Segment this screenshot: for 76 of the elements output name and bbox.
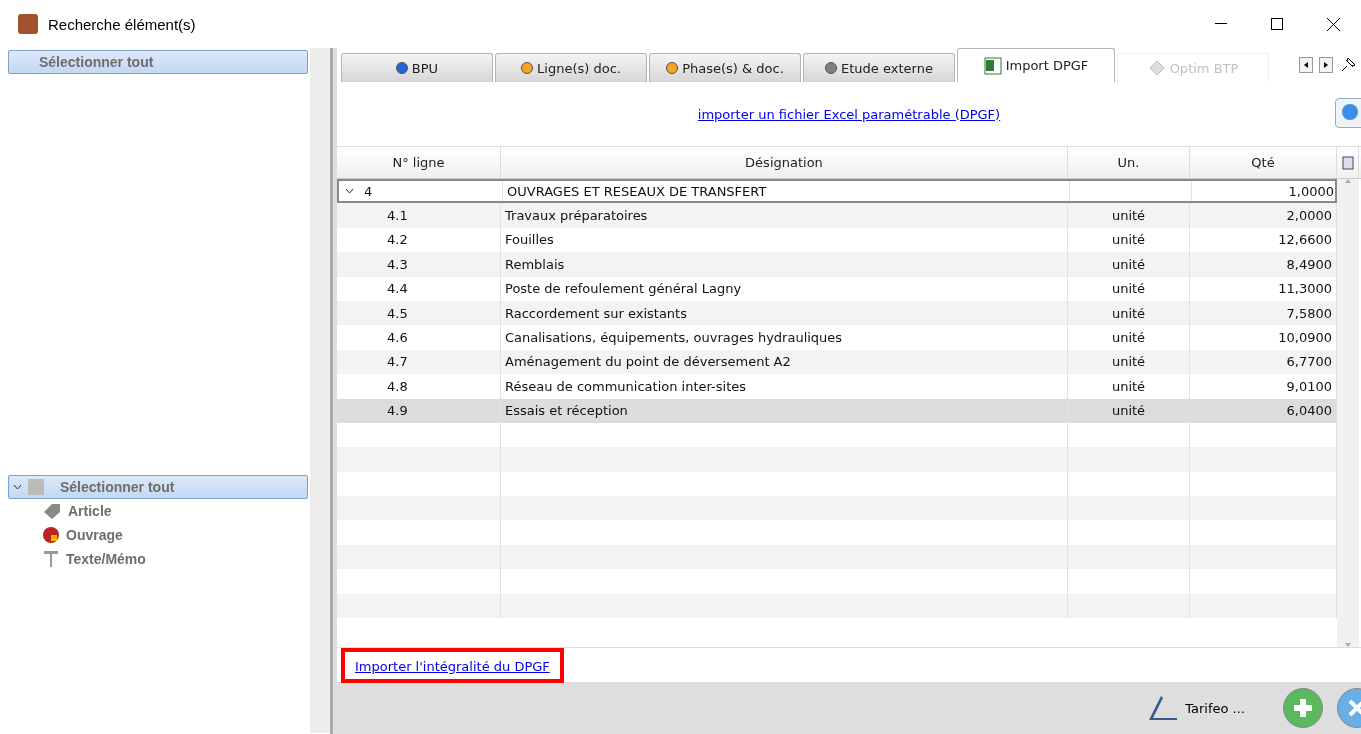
column-header[interactable]: Désignation bbox=[501, 147, 1068, 178]
tarifeo-button[interactable]: Tarifeo ... bbox=[1147, 694, 1245, 722]
scroll-right-button[interactable] bbox=[1319, 57, 1333, 73]
table-cell: unité bbox=[1068, 203, 1190, 228]
tab[interactable]: Import DPGF bbox=[957, 48, 1115, 82]
line-number: 4.7 bbox=[387, 354, 408, 370]
letter-t-icon bbox=[42, 549, 60, 569]
ball-icon bbox=[42, 526, 60, 544]
cross-icon bbox=[1348, 699, 1361, 717]
scroll-left-button[interactable] bbox=[1299, 57, 1313, 73]
line-number: 4.6 bbox=[387, 330, 408, 346]
tree-item[interactable]: Article bbox=[68, 503, 112, 519]
list-item[interactable]: Sélectionner tout bbox=[8, 50, 308, 74]
refresh-button[interactable] bbox=[1335, 98, 1361, 128]
plus-icon bbox=[1292, 697, 1314, 719]
diamond-icon bbox=[1147, 60, 1166, 76]
collapse-icon[interactable] bbox=[345, 188, 354, 195]
line-number: 4.5 bbox=[387, 305, 408, 321]
scrollbar[interactable] bbox=[310, 473, 330, 733]
tab[interactable]: Ligne(s) doc. bbox=[495, 53, 647, 82]
collapse-icon[interactable] bbox=[13, 484, 22, 490]
tag-icon bbox=[42, 502, 62, 520]
tree-item[interactable]: Sélectionner tout bbox=[8, 475, 308, 499]
table-cell: Poste de refoulement général Lagny bbox=[501, 276, 1068, 301]
table-cell: Remblais bbox=[501, 252, 1068, 277]
column-chooser-icon[interactable] bbox=[1341, 155, 1354, 170]
tab[interactable]: BPU bbox=[341, 53, 493, 82]
table-row[interactable]: 4.7 Aménagement du point de déversement A2 unité 6,7700 bbox=[337, 349, 1337, 375]
table-row[interactable]: 4.9 Essais et réception unité 6,0400 bbox=[337, 398, 1337, 423]
close-icon bbox=[1326, 17, 1340, 31]
column-header[interactable]: Un. bbox=[1068, 147, 1190, 178]
up-arrow-icon[interactable] bbox=[1345, 179, 1351, 183]
line-number: 4.9 bbox=[387, 403, 408, 419]
down-arrow-icon[interactable] bbox=[1345, 643, 1351, 647]
circle-icon bbox=[1340, 101, 1360, 122]
tab[interactable]: Phase(s) & doc. bbox=[649, 53, 801, 82]
line-number: 4.8 bbox=[387, 378, 408, 394]
table-cell: unité bbox=[1068, 374, 1190, 399]
scrollbar[interactable] bbox=[310, 48, 330, 473]
table-row[interactable]: 4.5 Raccordement sur existants unité 7,5800 bbox=[337, 300, 1337, 326]
table-row[interactable]: 4.1 Travaux préparatoires unité 2,0000 bbox=[337, 203, 1337, 228]
table-cell: Réseau de communication inter-sites bbox=[501, 374, 1068, 399]
table-cell: unité bbox=[1068, 252, 1190, 277]
minimize-icon bbox=[1215, 23, 1227, 25]
tree-item[interactable]: Texte/Mémo bbox=[66, 551, 146, 567]
folder-icon bbox=[28, 479, 44, 495]
tree-label: Sélectionner tout bbox=[60, 479, 175, 495]
line-number: 4.3 bbox=[387, 256, 408, 272]
import-excel-link[interactable]: importer un fichier Excel paramétrable (DPGF) bbox=[697, 106, 1001, 122]
table-cell: unité bbox=[1068, 398, 1190, 423]
tab[interactable]: Etude externe bbox=[803, 53, 955, 82]
table-cell: Essais et réception bbox=[501, 398, 1068, 423]
spreadsheet-icon bbox=[983, 56, 1002, 75]
line-number: 4 bbox=[364, 183, 373, 199]
left-arrow-icon bbox=[1304, 62, 1308, 68]
table-row[interactable]: 4.3 Remblais unité 8,4900 bbox=[337, 252, 1337, 277]
table-cell: Canalisations, équipements, ouvrages hydrauliques bbox=[501, 325, 1068, 350]
table-cell: unité bbox=[1068, 276, 1190, 301]
table-row[interactable]: 4 OUVRAGES ET RESEAUX DE TRANSFERT 1,0000 bbox=[337, 179, 1337, 204]
line-number: 4.2 bbox=[387, 232, 408, 248]
table-cell: OUVRAGES ET RESEAUX DE TRANSFERT bbox=[503, 181, 1070, 202]
table-cell: unité bbox=[1068, 325, 1190, 350]
import-all-link[interactable]: Importer l'intégralité du DPGF bbox=[355, 658, 550, 674]
column-header[interactable]: Qté bbox=[1190, 147, 1337, 178]
scrollbar[interactable] bbox=[1337, 179, 1359, 647]
right-arrow-icon bbox=[1324, 62, 1328, 68]
column-header[interactable]: N° ligne bbox=[337, 147, 501, 178]
line-number: 4.1 bbox=[387, 208, 408, 224]
line-number: 4.4 bbox=[387, 281, 408, 297]
app-icon bbox=[18, 14, 38, 34]
window-title: Recherche élément(s) bbox=[48, 15, 197, 33]
table-cell: Travaux préparatoires bbox=[501, 203, 1068, 228]
pin-icon[interactable] bbox=[1339, 56, 1357, 74]
tree-item[interactable]: Ouvrage bbox=[66, 527, 123, 543]
add-button[interactable] bbox=[1283, 688, 1323, 728]
maximize-icon bbox=[1271, 18, 1283, 30]
